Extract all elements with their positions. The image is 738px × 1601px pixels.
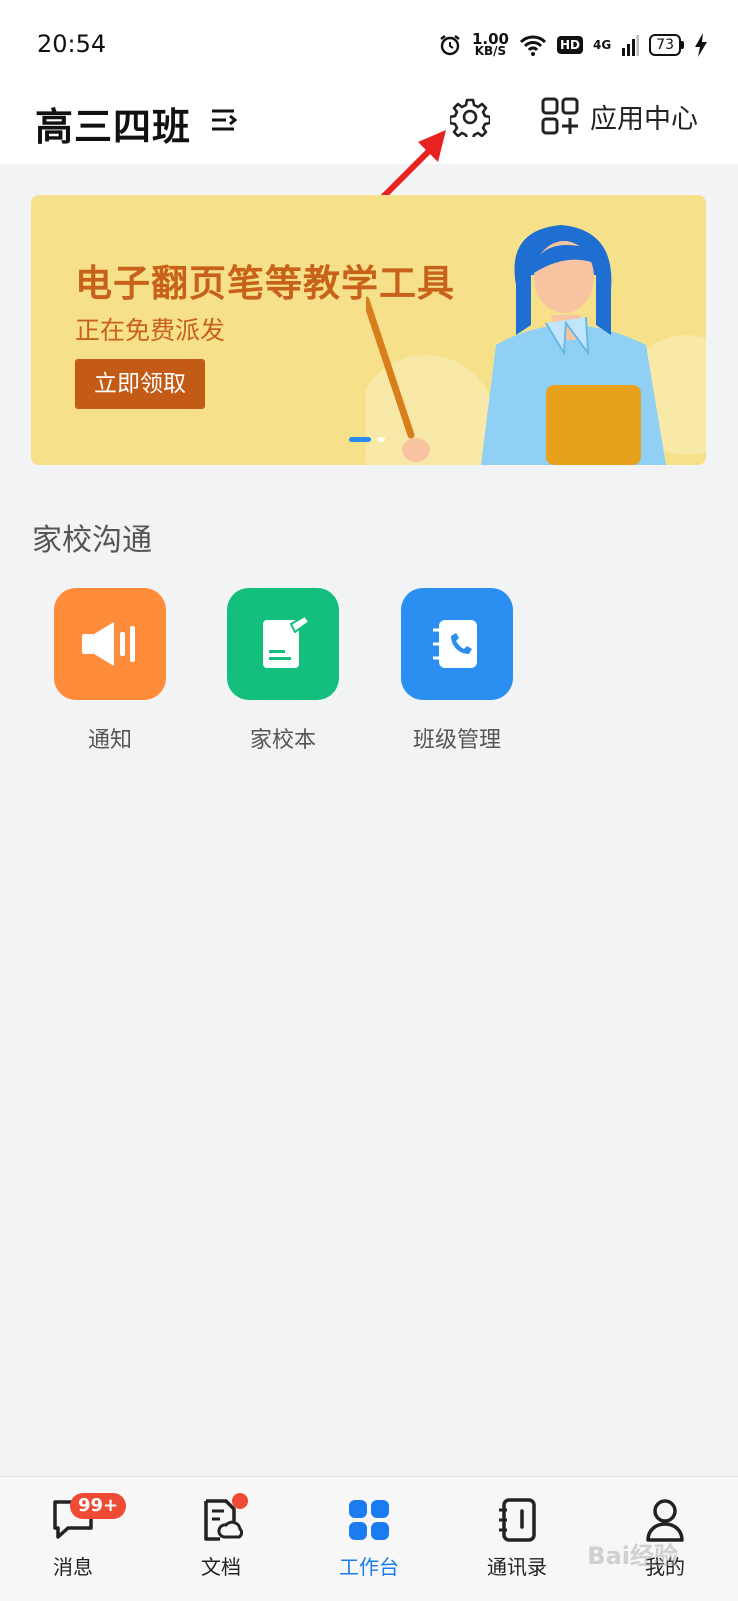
megaphone-icon [82,622,135,666]
network-speed-unit: KB/S [474,44,507,58]
charging-icon [695,33,707,57]
banner-subtitle: 正在免费派发 [75,316,226,345]
class-switcher[interactable]: 高三四班 [35,96,191,151]
app-center-button[interactable]: 应用中心 [540,96,698,136]
app-item-class-management[interactable]: 班级管理 [372,588,542,754]
app-center-label: 应用中心 [590,103,698,135]
section-title: 家校沟通 [32,523,152,558]
network-speed: 1.00 KB/S [472,32,509,58]
tab-messages[interactable]: 99+ 消息 [18,1493,128,1580]
signal-icon [622,35,640,56]
workbench-grid-icon [349,1500,389,1540]
tab-label-documents: 文档 [201,1555,241,1579]
homework-app-icon[interactable] [227,588,339,700]
new-indicator-dot [232,1493,248,1509]
class-management-app-icon[interactable] [401,588,513,700]
wifi-icon [519,35,547,56]
tab-documents[interactable]: 文档 [166,1493,276,1580]
switch-class-icon[interactable] [210,108,240,132]
tab-label-workbench: 工作台 [339,1555,399,1579]
battery-level: 73 [649,34,681,56]
notice-app-icon[interactable] [54,588,166,700]
promo-banner[interactable]: 电子翻页笔等教学工具 正在免费派发 立即领取 [31,195,706,465]
banner-pagination [349,437,385,442]
contact-book-icon [433,620,477,668]
notebook-pen-icon [263,614,311,668]
class-management-label: 班级管理 [412,728,501,753]
pagination-dot [377,437,385,442]
app-item-notice[interactable]: 通知 [25,588,195,754]
app-grid-icon [541,97,579,135]
tab-workbench[interactable]: 工作台 [314,1497,424,1580]
banner-claim-button[interactable]: 立即领取 [75,359,205,409]
battery-indicator: 73 [649,34,684,56]
homework-label: 家校本 [249,728,316,753]
network-type: 4G [592,38,612,52]
teacher-illustration [366,225,706,465]
tab-label-contacts: 通讯录 [487,1555,547,1579]
tab-contacts[interactable]: 通讯录 [462,1497,572,1580]
address-book-icon [499,1498,536,1542]
status-bar: 20:54 1.00 KB/S HD 4G 73 [0,0,738,88]
pagination-dot-active [349,437,371,442]
status-icons: 1.00 KB/S HD 4G 73 [438,30,708,60]
app-item-homework[interactable]: 家校本 [198,588,368,754]
status-time: 20:54 [37,30,107,58]
notice-label: 通知 [87,728,132,753]
hd-badge: HD [556,36,583,54]
battery-tip [681,41,684,49]
alarm-icon [440,35,460,56]
watermark: Bai经验 [587,1542,678,1570]
tab-label-messages: 消息 [53,1555,93,1579]
unread-badge: 99+ [70,1493,127,1519]
